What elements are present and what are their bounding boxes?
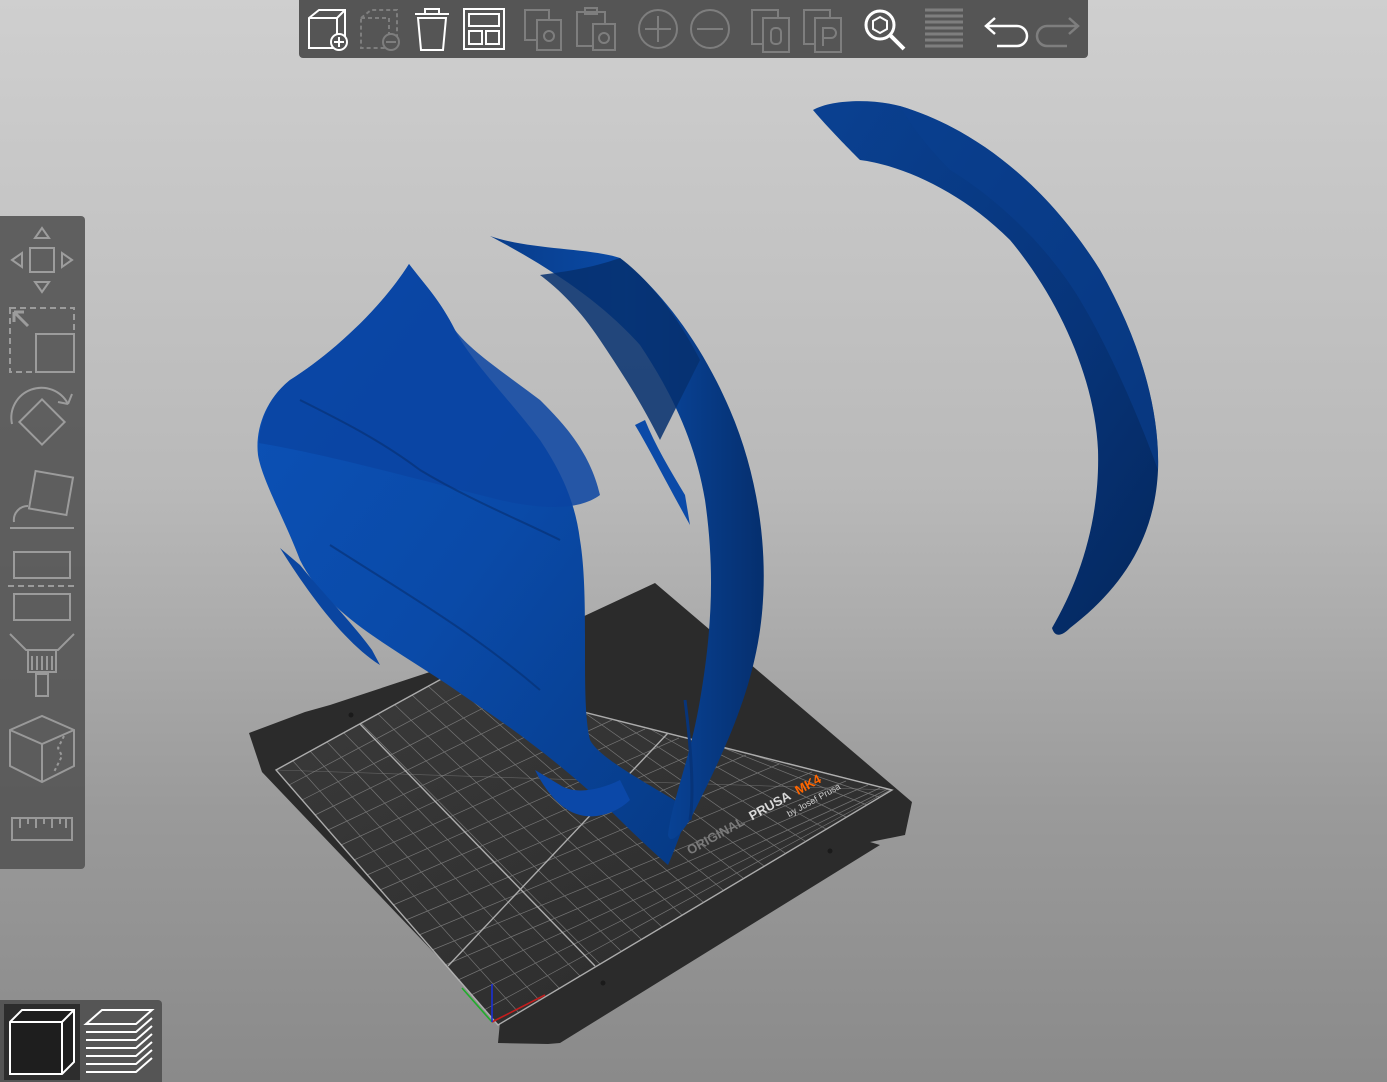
preview-layers-icon bbox=[83, 1009, 155, 1073]
redo-button[interactable] bbox=[1033, 4, 1083, 54]
split-objects-button[interactable] bbox=[747, 4, 797, 54]
cut-icon bbox=[8, 551, 76, 621]
layer-editing-button[interactable] bbox=[919, 4, 969, 54]
copy-button[interactable] bbox=[519, 4, 569, 54]
model-part-rear[interactable] bbox=[813, 101, 1159, 635]
scale-icon bbox=[9, 307, 75, 373]
rotate-icon bbox=[10, 386, 73, 447]
split-parts-icon bbox=[803, 9, 842, 53]
move-icon bbox=[10, 226, 74, 294]
search-icon bbox=[864, 9, 906, 51]
3d-view-button[interactable] bbox=[4, 1004, 80, 1080]
add-instance-icon bbox=[638, 9, 678, 49]
left-toolbar bbox=[0, 216, 85, 869]
layer-editing-icon bbox=[925, 8, 963, 48]
delete-all-icon bbox=[415, 8, 449, 51]
undo-icon bbox=[984, 17, 1029, 48]
3d-viewport[interactable]: ORIGINAL PRUSA MK4 by Josef Prusa bbox=[0, 0, 1387, 1082]
search-button[interactable] bbox=[859, 4, 909, 54]
remove-instance-icon bbox=[690, 9, 730, 49]
measure-icon bbox=[11, 817, 73, 841]
delete-object-button[interactable] bbox=[355, 4, 405, 54]
scale-button[interactable] bbox=[4, 302, 80, 378]
undo-button[interactable] bbox=[981, 4, 1031, 54]
cut-button[interactable] bbox=[4, 548, 80, 624]
arrange-button[interactable] bbox=[459, 4, 509, 54]
split-parts-button[interactable] bbox=[799, 4, 849, 54]
place-on-face-button[interactable] bbox=[4, 466, 80, 542]
paste-icon bbox=[576, 7, 616, 51]
paint-supports-icon bbox=[9, 633, 75, 697]
redo-icon bbox=[1035, 17, 1080, 48]
paste-button[interactable] bbox=[571, 4, 621, 54]
top-toolbar bbox=[299, 0, 1088, 58]
add-instance-button[interactable] bbox=[633, 4, 683, 54]
3d-view-icon bbox=[9, 1009, 75, 1075]
delete-object-icon bbox=[360, 9, 400, 51]
split-objects-icon bbox=[751, 9, 790, 53]
seam-painting-button[interactable] bbox=[4, 712, 80, 788]
view-toggle bbox=[0, 1000, 162, 1082]
preview-layers-button[interactable] bbox=[82, 1004, 158, 1080]
paint-supports-button[interactable] bbox=[4, 630, 80, 706]
copy-icon bbox=[524, 9, 562, 51]
place-on-face-icon bbox=[10, 469, 75, 529]
move-button[interactable] bbox=[4, 220, 80, 296]
add-object-button[interactable] bbox=[303, 4, 353, 54]
arrange-icon bbox=[463, 8, 505, 50]
delete-all-button[interactable] bbox=[407, 4, 457, 54]
remove-instance-button[interactable] bbox=[685, 4, 735, 54]
add-object-icon bbox=[308, 9, 348, 51]
seam-painting-icon bbox=[9, 714, 75, 784]
measure-button[interactable] bbox=[4, 794, 80, 870]
rotate-button[interactable] bbox=[4, 384, 80, 460]
